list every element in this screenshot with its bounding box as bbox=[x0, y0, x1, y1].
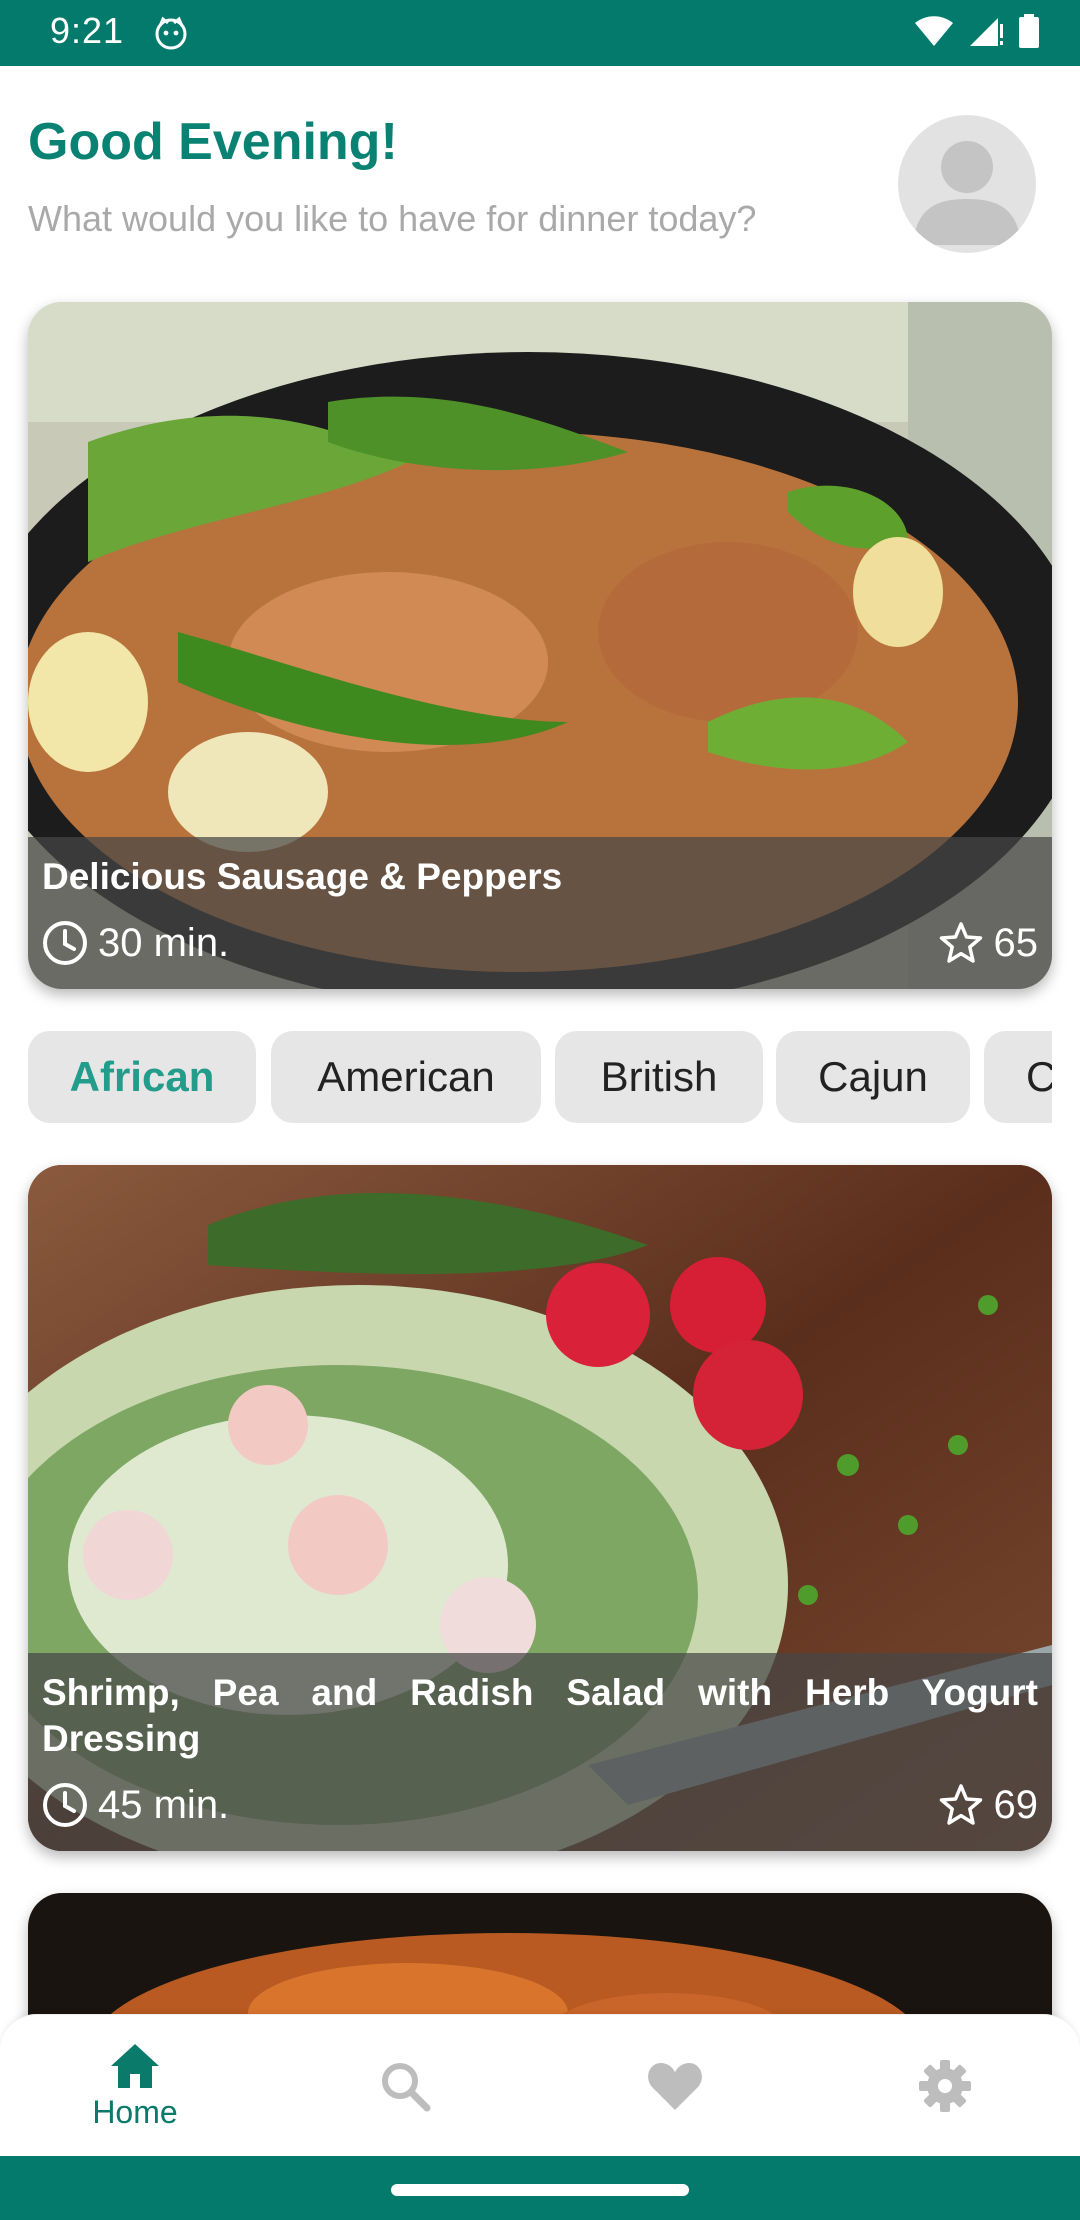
wifi-icon bbox=[915, 16, 953, 46]
featured-recipe-rating-value: 65 bbox=[993, 920, 1039, 965]
chip-african[interactable]: African bbox=[28, 1031, 256, 1123]
chip-label: C bbox=[1026, 1053, 1052, 1100]
chip-label: British bbox=[600, 1053, 718, 1100]
status-bar: 9:21 bbox=[0, 0, 1080, 66]
recipe-title: Shrimp, Pea and Radish Salad with Herb Y… bbox=[42, 1672, 1038, 1759]
bottom-navigation: Home bbox=[0, 2014, 1080, 2156]
star-outline-icon bbox=[939, 922, 982, 963]
cat-notification-icon bbox=[155, 16, 187, 50]
home-icon bbox=[111, 2043, 159, 2088]
featured-recipe-time: 30 min. bbox=[42, 920, 229, 966]
category-chips[interactable]: African American British Cajun C bbox=[28, 1031, 1052, 1123]
chip-label: Cajun bbox=[818, 1053, 928, 1100]
person-avatar-icon bbox=[913, 141, 1021, 245]
chip-cajun[interactable]: Cajun bbox=[776, 1031, 970, 1123]
featured-recipe-title: Delicious Sausage & Peppers bbox=[42, 856, 563, 897]
nav-settings[interactable] bbox=[810, 2015, 1080, 2157]
chip-label: American bbox=[317, 1053, 495, 1100]
star-outline-icon bbox=[939, 1784, 982, 1825]
heart-icon bbox=[648, 2063, 702, 2110]
clock-icon bbox=[43, 921, 87, 965]
nav-home[interactable]: Home bbox=[0, 2015, 270, 2157]
nav-favorites[interactable] bbox=[540, 2015, 810, 2157]
featured-recipe-card[interactable]: Delicious Sausage & Peppers 30 min. 65 bbox=[28, 302, 1052, 989]
battery-icon bbox=[1019, 14, 1039, 48]
search-icon bbox=[382, 2063, 431, 2112]
avatar[interactable] bbox=[898, 115, 1036, 253]
greeting-title: Good Evening! bbox=[28, 113, 398, 171]
gear-icon bbox=[919, 2060, 971, 2112]
featured-recipe-time-label: 30 min. bbox=[98, 920, 230, 965]
recipe-time: 45 min. bbox=[42, 1782, 229, 1828]
nav-home-label: Home bbox=[92, 2093, 178, 2130]
chip-label: African bbox=[69, 1053, 215, 1100]
recipe-rating-value: 69 bbox=[993, 1782, 1039, 1827]
recipe-card[interactable]: Shrimp, Pea and Radish Salad with Herb Y… bbox=[28, 1165, 1052, 1851]
chip-american[interactable]: American bbox=[271, 1031, 541, 1123]
recipe-time-label: 45 min. bbox=[98, 1782, 230, 1827]
featured-recipe-rating: 65 bbox=[938, 920, 1039, 966]
greeting-subtitle: What would you like to have for dinner t… bbox=[28, 198, 757, 239]
clock-icon bbox=[43, 1783, 87, 1827]
status-time: 9:21 bbox=[50, 10, 125, 51]
nav-search[interactable] bbox=[270, 2015, 540, 2157]
recipe-rating: 69 bbox=[938, 1782, 1039, 1828]
chip-british[interactable]: British bbox=[555, 1031, 763, 1123]
signal-icon bbox=[970, 18, 1003, 46]
home-gesture-handle[interactable] bbox=[391, 2184, 689, 2196]
chip-partial[interactable]: C bbox=[984, 1031, 1052, 1123]
